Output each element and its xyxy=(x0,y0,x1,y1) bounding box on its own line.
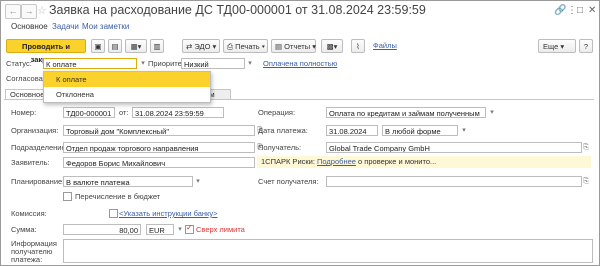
back-button[interactable]: ← xyxy=(5,4,21,19)
reports-label: Отчеты xyxy=(284,42,311,51)
favorite-star-icon[interactable]: ☆ xyxy=(37,4,47,17)
create-based-on-button[interactable]: ▦▾ xyxy=(125,39,147,53)
attachment-icon: ▩▾ xyxy=(326,42,338,51)
recipient-label: Получатель: xyxy=(258,143,302,152)
info-textarea[interactable] xyxy=(63,239,593,263)
paydate-field[interactable]: 31.08.2024 xyxy=(326,125,378,136)
files-link[interactable]: Файлы xyxy=(373,41,397,50)
more-actions-icon[interactable]: ⋮ xyxy=(567,5,577,16)
budget-transfer-checkbox[interactable] xyxy=(63,192,72,201)
edo-label: ЭДО xyxy=(194,42,211,51)
over-limit-checkbox[interactable] xyxy=(185,223,194,234)
status-dropdown-icon[interactable]: ▾ xyxy=(138,58,148,69)
sum-field[interactable]: 80,00 xyxy=(63,224,141,235)
priority-field[interactable]: Низкий xyxy=(181,58,245,69)
applicant-label: Заявитель: xyxy=(11,158,50,167)
save-button[interactable]: ▣ xyxy=(91,39,105,53)
planning-label: Планирование: xyxy=(11,177,65,186)
edo-button[interactable]: ⇄ ЭДО ▾ xyxy=(182,39,220,53)
reports-button[interactable]: ▤ Отчеты ▾ xyxy=(271,39,316,53)
forward-button[interactable]: → xyxy=(21,4,37,19)
post-and-close-button[interactable]: Проводить и закрыть xyxy=(6,39,86,64)
paydate-mode-field[interactable]: В любой форме xyxy=(382,125,458,136)
status-option-to-pay[interactable]: К оплате xyxy=(44,72,210,87)
sum-label: Сумма: xyxy=(11,225,37,234)
attachments-button[interactable]: ▩▾ xyxy=(321,39,343,53)
save-icon: ▣ xyxy=(94,42,102,51)
recipient-account-label: Счет получателя: xyxy=(258,177,319,186)
department-field[interactable]: Отдел продаж торгового направления xyxy=(63,142,255,153)
status-label: Статус: xyxy=(6,59,32,68)
date-field[interactable]: 31.08.2024 23:59:59 xyxy=(132,107,224,118)
number-label: Номер: xyxy=(11,108,37,117)
close-icon[interactable]: ✕ xyxy=(588,5,596,16)
inner-tab-main[interactable]: Основное xyxy=(5,89,45,99)
operation-field[interactable]: Оплата по кредитам и займам полученным xyxy=(326,107,486,118)
operation-dropdown-icon[interactable]: ▾ xyxy=(487,107,497,118)
planning-field[interactable]: В валюте платежа xyxy=(63,176,193,187)
number-field[interactable]: ТД00-000001 xyxy=(63,107,115,118)
print-button[interactable]: ⎙ Печать ▾ xyxy=(223,39,268,53)
structure-button[interactable]: ▥ xyxy=(150,39,164,53)
recipient-account-field[interactable] xyxy=(326,176,582,187)
document-window: ← → ☆ Заявка на расходование ДС ТД00-000… xyxy=(0,0,600,266)
more-label: Еще xyxy=(543,42,559,51)
post-icon: ▤ xyxy=(111,42,119,51)
status-option-rejected[interactable]: Отклонена xyxy=(44,87,210,102)
paydate-label: Дата платежа: xyxy=(258,126,308,135)
organization-field[interactable]: Торговый дом "Комплексный" xyxy=(63,125,255,136)
post-button[interactable]: ▤ xyxy=(108,39,122,53)
paydate-mode-dropdown-icon[interactable]: ▾ xyxy=(459,125,469,136)
paid-fully-link[interactable]: Оплачена полностью xyxy=(263,59,337,68)
currency-field[interactable]: EUR xyxy=(146,224,174,235)
budget-transfer-label: Перечисление в бюджет xyxy=(75,192,161,201)
operation-label: Операция: xyxy=(258,108,296,117)
applicant-field[interactable]: Федоров Борис Михайлович xyxy=(63,157,255,168)
currency-dropdown-icon[interactable]: ▾ xyxy=(175,224,185,235)
print-icon: ⎙ xyxy=(227,42,236,51)
tab-tasks[interactable]: Задачи xyxy=(52,22,79,31)
recipient-account-open-icon[interactable]: ⎘ xyxy=(581,176,591,187)
priority-dropdown-icon[interactable]: ▾ xyxy=(245,58,255,69)
link-icon[interactable]: 🔗 xyxy=(554,5,566,16)
recipient-open-icon[interactable]: ⎘ xyxy=(581,142,591,153)
tab-my-notes[interactable]: Мои заметки xyxy=(82,22,129,31)
status-field[interactable]: К оплате xyxy=(43,58,137,69)
spark-details-link[interactable]: Подробнее xyxy=(317,157,356,166)
status-dropdown-list: К оплате Отклонена xyxy=(43,71,211,103)
paperclip-icon: ⌇ xyxy=(356,42,360,51)
spark-risks-rest: о проверке и монито... xyxy=(358,157,437,166)
help-button[interactable]: ? xyxy=(579,39,593,53)
reports-icon: ▤ xyxy=(275,42,285,51)
bank-instructions-link[interactable]: <Указать инструкции банку> xyxy=(119,209,218,218)
tab-main[interactable]: Основное xyxy=(11,22,48,31)
info-label: Информация получателю платежа: xyxy=(11,239,57,264)
commission-label: Комиссия: xyxy=(11,209,47,218)
window-title: Заявка на расходование ДС ТД00-000001 от… xyxy=(49,3,426,17)
spark-risks-notice: 1СПАРК Риски: Подробнее о проверке и мон… xyxy=(257,156,591,168)
maximize-icon[interactable]: □ xyxy=(577,5,583,16)
more-button[interactable]: Еще ▾ xyxy=(538,39,576,53)
recipient-field[interactable]: Global Trade Company GmbH xyxy=(326,142,582,153)
commission-checkbox[interactable] xyxy=(109,209,118,218)
structure-icon: ▥ xyxy=(153,42,161,51)
clip-button[interactable]: ⌇ xyxy=(351,39,365,53)
over-limit-label: Сверх лимита xyxy=(196,225,245,234)
organization-label: Организация: xyxy=(11,126,59,135)
department-label: Подразделение: xyxy=(11,143,68,152)
create-based-icon: ▦▾ xyxy=(130,42,142,51)
spark-risks-label: 1СПАРК Риски: xyxy=(261,157,315,166)
from-label: от: xyxy=(119,108,129,117)
print-label: Печать xyxy=(235,42,260,51)
planning-dropdown-icon[interactable]: ▾ xyxy=(193,176,203,187)
